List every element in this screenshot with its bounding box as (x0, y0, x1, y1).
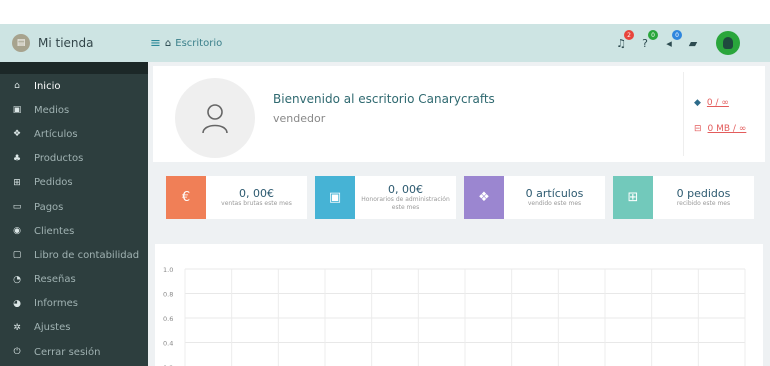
store-logo-icon: ▤ (12, 34, 30, 52)
money-icon: ▢ (12, 250, 22, 261)
sidebar-item-label: Cerrar sesión (34, 346, 101, 358)
cart-icon: ⊞ (13, 177, 21, 188)
home-icon: ⌂ (14, 81, 20, 92)
sidebar-item-productos[interactable]: ♣ Productos (0, 147, 148, 171)
limits-panel: ◆ 0 / ∞ ⊟ 0 MB / ∞ (683, 72, 765, 156)
sidebar-item-ajustes[interactable]: ✲ Ajustes (0, 316, 148, 340)
sidebar-top-divider (0, 62, 148, 74)
sidebar: ⌂ Inicio ▣ Medios ❖ Artículos ♣ Productos ⊞ P… (0, 62, 148, 366)
storage-limit-value: 0 MB / ∞ (707, 124, 747, 134)
sidebar-item-inicio[interactable]: ⌂ Inicio (0, 74, 148, 98)
kpi-card-admin-fees: ▣ 0, 00€ Honorarios de administración est… (315, 176, 456, 219)
sidebar-item-label: Productos (34, 153, 84, 165)
top-blank-strip (0, 0, 770, 24)
money-icon: ▣ (315, 176, 355, 219)
help-badge: 0 (648, 30, 658, 40)
sidebar-item-pagos[interactable]: ▭ Pagos (0, 195, 148, 219)
power-icon: ⏻ (13, 347, 21, 358)
kpi-card-gross-sales: € 0, 00€ ventas brutas este mes (166, 176, 307, 219)
chart-y-tick-label: 0.4 (163, 340, 173, 348)
breadcrumb-label[interactable]: Escritorio (175, 38, 222, 49)
sidebar-item-pedidos[interactable]: ⊞ Pedidos (0, 171, 148, 195)
product-icon: ◆ (694, 98, 701, 108)
kpi-value: 0 artículos (525, 187, 584, 200)
sidebar-item-label: Clientes (34, 225, 75, 237)
kpi-value: 0 pedidos (676, 187, 731, 200)
sidebar-item-cerrar[interactable]: ⏻ Cerrar sesión (0, 340, 148, 364)
brand-name: Mi tienda (38, 36, 94, 50)
sidebar-item-informes[interactable]: ◕ Informes (0, 292, 148, 316)
bell-icon[interactable]: ♫ 2 (614, 30, 634, 50)
brand[interactable]: ▤ Mi tienda (0, 24, 148, 62)
sidebar-item-medios[interactable]: ▣ Medios (0, 98, 148, 122)
storage-limit[interactable]: ⊟ 0 MB / ∞ (694, 124, 746, 134)
breadcrumb: ≡ ⌂ Escritorio (150, 24, 222, 62)
kpi-value: 0, 00€ (239, 187, 274, 200)
welcome-card: Bienvenido al escritorio Canarycrafts ve… (153, 66, 765, 162)
kpi-caption: recibido este mes (676, 200, 731, 207)
sidebar-item-label: Pagos (34, 201, 64, 213)
products-limit[interactable]: ◆ 0 / ∞ (694, 98, 729, 108)
sidebar-item-label: Ajustes (34, 322, 71, 334)
chart-y-tick-label: 0.6 (163, 315, 173, 323)
sidebar-item-label: Informes (34, 298, 78, 310)
sidebar-item-label: Inicio (34, 80, 61, 92)
sidebar-item-label: Pedidos (34, 177, 73, 189)
user-circle-icon: ◉ (13, 226, 21, 237)
sidebar-item-label: Libro de contabilidad (34, 249, 140, 261)
help-icon[interactable]: ? 0 (638, 30, 658, 50)
cubes-icon: ❖ (464, 176, 504, 219)
sales-chart-card: 1.00.80.60.40.2 (155, 244, 763, 366)
chart-y-tick-label: 0.8 (163, 291, 173, 299)
kpi-value: 0, 00€ (388, 183, 423, 196)
user-avatar[interactable] (716, 31, 740, 55)
welcome-title: Bienvenido al escritorio Canarycrafts (273, 92, 495, 106)
announcement-badge: 0 (672, 30, 682, 40)
user-silhouette-icon (723, 37, 733, 49)
boxes-icon: ♣ (12, 153, 22, 164)
image-icon: ▣ (12, 105, 22, 116)
storage-icon: ⊟ (694, 124, 702, 134)
sidebar-item-label: Artículos (34, 128, 78, 140)
cart-icon: ⊞ (613, 176, 653, 219)
notification-badge: 2 (624, 30, 634, 40)
euro-icon: € (166, 176, 206, 219)
chart-y-tick-label: 1.0 (163, 266, 173, 274)
pie-icon: ◕ (13, 298, 21, 309)
sales-chart: 1.00.80.60.40.2 (163, 266, 746, 366)
dashboard-icon: ⌂ (164, 37, 172, 49)
sidebar-item-clientes[interactable]: ◉ Clientes (0, 219, 148, 243)
sidebar-item-label: Medios (34, 104, 70, 116)
sidebar-item-label: Reseñas (34, 274, 76, 286)
products-limit-value: 0 / ∞ (706, 98, 729, 108)
book-icon[interactable]: ▰ (686, 36, 700, 50)
top-icons: ♫ 2 ? 0 ◂ 0 ▰ (614, 24, 740, 62)
user-role: vendedor (273, 112, 326, 125)
kpi-caption: ventas brutas este mes (221, 200, 292, 207)
megaphone-icon[interactable]: ◂ 0 (662, 30, 682, 50)
kpi-card-orders: ⊞ 0 pedidos recibido este mes (613, 176, 754, 219)
card-icon: ▭ (12, 202, 22, 213)
cogs-icon: ✲ (13, 322, 21, 333)
cubes-icon: ❖ (12, 129, 22, 140)
comment-icon: ◔ (13, 274, 21, 285)
sidebar-item-resenas[interactable]: ◔ Reseñas (0, 268, 148, 292)
sidebar-item-libro[interactable]: ▢ Libro de contabilidad (0, 243, 148, 267)
kpi-caption: Honorarios de administración este mes (361, 196, 450, 211)
profile-avatar (175, 78, 255, 158)
kpi-caption: vendido este mes (527, 200, 582, 207)
sidebar-item-articulos[interactable]: ❖ Artículos (0, 122, 148, 146)
user-outline-icon (202, 104, 228, 134)
kpi-card-items-sold: ❖ 0 artículos vendido este mes (464, 176, 605, 219)
menu-toggle-icon[interactable]: ≡ (150, 36, 161, 51)
